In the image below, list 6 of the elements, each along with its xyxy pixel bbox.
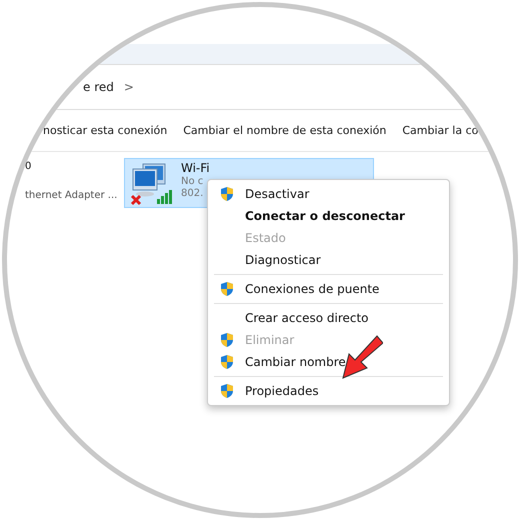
adapter-status: No c [181,176,204,187]
adapter-name: Wi-Fi [181,161,210,175]
breadcrumb-separator: > [124,80,134,94]
adapter-description: 802. [181,188,204,199]
adapter-description: thernet Adapter ... [25,190,118,201]
adapter-name: 0 [25,161,32,172]
